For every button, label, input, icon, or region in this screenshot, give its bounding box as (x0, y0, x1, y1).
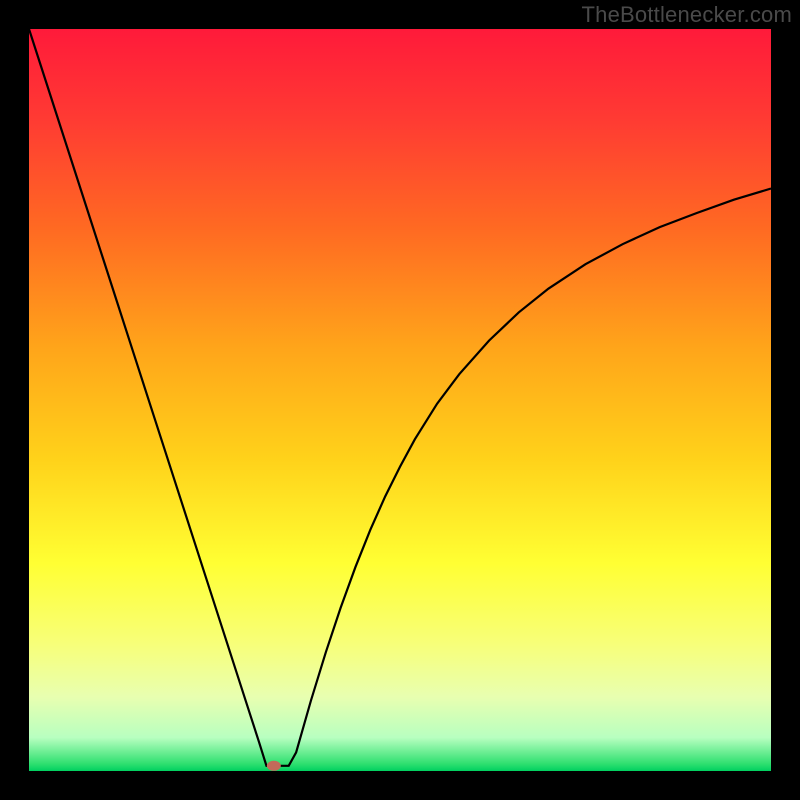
plot-svg (29, 29, 771, 771)
gradient-background (29, 29, 771, 771)
chart-frame: TheBottlenecker.com (0, 0, 800, 800)
plot-area (29, 29, 771, 771)
watermark-text: TheBottlenecker.com (582, 2, 792, 28)
minimum-marker (267, 761, 281, 771)
